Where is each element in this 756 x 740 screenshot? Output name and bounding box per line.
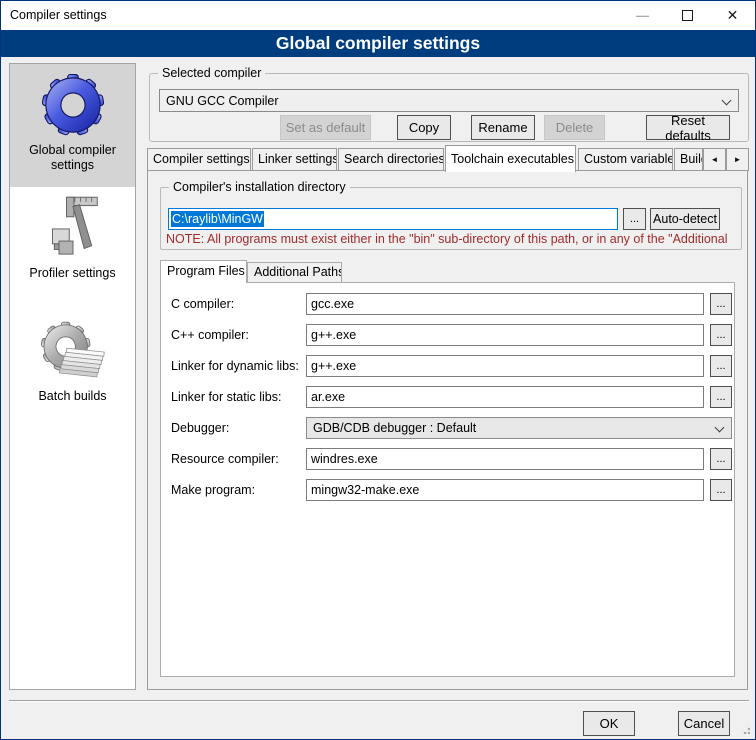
rename-button[interactable]: Rename: [471, 115, 535, 140]
debugger-dropdown[interactable]: GDB/CDB debugger : Default: [306, 417, 732, 439]
c-compiler-input[interactable]: [306, 293, 704, 315]
selected-compiler-group-label: Selected compiler: [158, 66, 265, 80]
sidebar-item-global-compiler-settings[interactable]: Global compiler settings: [10, 64, 135, 187]
installation-directory-value: C:\raylib\MinGW: [171, 211, 264, 227]
sidebar-item-batch-builds[interactable]: Batch builds: [10, 310, 135, 433]
bin-subdirectory-note: NOTE: All programs must exist either in …: [166, 232, 744, 246]
delete-button[interactable]: Delete: [544, 115, 605, 140]
arrow-right-icon: ►: [734, 155, 742, 164]
debugger-value: GDB/CDB debugger : Default: [313, 421, 476, 435]
cancel-button[interactable]: Cancel: [678, 711, 730, 736]
tab-compiler-settings[interactable]: Compiler settings: [147, 148, 251, 171]
debugger-label: Debugger:: [171, 417, 229, 439]
arrow-left-icon: ◄: [711, 155, 719, 164]
make-program-label: Make program:: [171, 479, 255, 501]
resize-grip[interactable]: [741, 725, 750, 734]
sidebar-item-label: Batch builds: [34, 389, 110, 404]
tab-toolchain-executables[interactable]: Toolchain executables: [445, 145, 576, 172]
close-button[interactable]: ✕: [710, 1, 755, 30]
tab-scroll-left-button[interactable]: ◄: [703, 148, 726, 171]
installation-directory-browse-button[interactable]: ...: [623, 208, 646, 230]
close-icon: ✕: [727, 7, 739, 23]
tab-search-directories[interactable]: Search directories: [338, 148, 444, 171]
tab-custom-variables[interactable]: Custom variables: [578, 148, 673, 171]
compiler-settings-dialog: Compiler settings — ✕ Global compiler se…: [0, 0, 756, 740]
page-title: Global compiler settings: [1, 30, 755, 57]
installation-directory-group-label: Compiler's installation directory: [169, 180, 350, 194]
minimize-icon: —: [636, 8, 649, 23]
sidebar-item-profiler-settings[interactable]: Profiler settings: [10, 187, 135, 310]
caliper-icon: [45, 193, 101, 263]
chevron-down-icon: [715, 423, 725, 433]
linker-static-browse-button[interactable]: ...: [710, 386, 732, 408]
gray-gear-stack-icon: [39, 316, 107, 386]
set-as-default-button[interactable]: Set as default: [280, 115, 371, 140]
tab-build-options[interactable]: Build options: [674, 148, 703, 171]
toolchain-executables-panel: Compiler's installation directory C:\ray…: [147, 170, 748, 690]
cpp-compiler-browse-button[interactable]: ...: [710, 324, 732, 346]
cpp-compiler-label: C++ compiler:: [171, 324, 249, 346]
maximize-icon: [682, 10, 693, 21]
selected-compiler-dropdown[interactable]: GNU GCC Compiler: [159, 89, 739, 112]
sidebar-item-label: Global compiler settings: [10, 143, 135, 173]
blue-gear-icon: [42, 70, 104, 140]
linker-dynamic-browse-button[interactable]: ...: [710, 355, 732, 377]
cpp-compiler-input[interactable]: [306, 324, 704, 346]
c-compiler-browse-button[interactable]: ...: [710, 293, 732, 315]
c-compiler-label: C compiler:: [171, 293, 234, 315]
maximize-button[interactable]: [665, 1, 710, 30]
resource-compiler-input[interactable]: [306, 448, 704, 470]
selected-compiler-value: GNU GCC Compiler: [166, 94, 279, 108]
settings-category-list: Global compiler settings P: [9, 63, 136, 690]
linker-dynamic-input[interactable]: [306, 355, 704, 377]
ok-button[interactable]: OK: [583, 711, 635, 736]
subtab-program-files[interactable]: Program Files: [160, 260, 247, 283]
chevron-down-icon: [722, 96, 732, 106]
title-bar[interactable]: Compiler settings — ✕: [1, 1, 755, 30]
reset-defaults-button[interactable]: Reset defaults: [646, 115, 730, 140]
footer-divider: [9, 700, 749, 702]
minimize-button[interactable]: —: [620, 1, 665, 30]
tab-scroll-right-button[interactable]: ►: [726, 148, 749, 171]
copy-button[interactable]: Copy: [397, 115, 451, 140]
linker-dynamic-label: Linker for dynamic libs:: [171, 355, 299, 377]
subtab-additional-paths[interactable]: Additional Paths: [247, 262, 342, 283]
linker-static-input[interactable]: [306, 386, 704, 408]
make-program-browse-button[interactable]: ...: [710, 479, 732, 501]
tab-linker-settings[interactable]: Linker settings: [252, 148, 337, 171]
make-program-input[interactable]: [306, 479, 704, 501]
sidebar-item-label: Profiler settings: [25, 266, 119, 281]
resource-compiler-label: Resource compiler:: [171, 448, 279, 470]
program-files-page: C compiler: ... C++ compiler: ... Linker…: [160, 282, 735, 677]
installation-directory-input[interactable]: C:\raylib\MinGW: [168, 208, 618, 230]
resource-compiler-browse-button[interactable]: ...: [710, 448, 732, 470]
linker-static-label: Linker for static libs:: [171, 386, 281, 408]
window-title: Compiler settings: [10, 1, 107, 30]
auto-detect-button[interactable]: Auto-detect: [650, 208, 720, 230]
